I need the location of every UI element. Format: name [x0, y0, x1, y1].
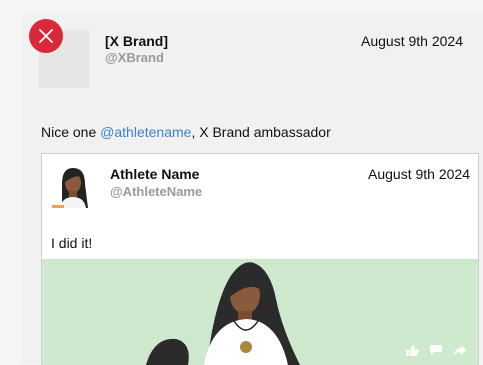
share-button[interactable] [452, 343, 468, 357]
quoted-post-text: I did it! [51, 235, 93, 251]
close-icon [39, 29, 53, 43]
quoted-post-card[interactable]: Athlete Name @AthleteName August 9th 202… [41, 153, 479, 365]
athlete-mention-link[interactable]: @athletename [100, 124, 191, 140]
thumbs-up-icon [406, 344, 419, 356]
post-text-prefix: Nice one [41, 124, 101, 140]
like-button[interactable] [404, 343, 420, 357]
athlete-avatar-image [52, 164, 94, 208]
quoted-post-date: August 9th 2024 [368, 166, 470, 182]
athlete-avatar[interactable] [52, 164, 94, 208]
athlete-handle[interactable]: @AthleteName [110, 184, 202, 199]
media-actions [404, 343, 468, 357]
athlete-name[interactable]: Athlete Name [110, 166, 199, 182]
post-text: Nice one @athletename, X Brand ambassado… [41, 124, 331, 140]
brand-handle[interactable]: @XBrand [105, 50, 164, 65]
post-frame: [X Brand] @XBrand August 9th 2024 Nice o… [0, 0, 483, 365]
share-arrow-icon [454, 345, 466, 355]
post-media-image[interactable] [42, 259, 478, 365]
brand-name[interactable]: [X Brand] [105, 33, 168, 49]
post-text-suffix: , X Brand ambassador [191, 124, 331, 140]
close-button[interactable] [29, 19, 63, 53]
post-date: August 9th 2024 [361, 33, 463, 49]
comment-icon [430, 345, 442, 355]
comment-button[interactable] [428, 343, 444, 357]
